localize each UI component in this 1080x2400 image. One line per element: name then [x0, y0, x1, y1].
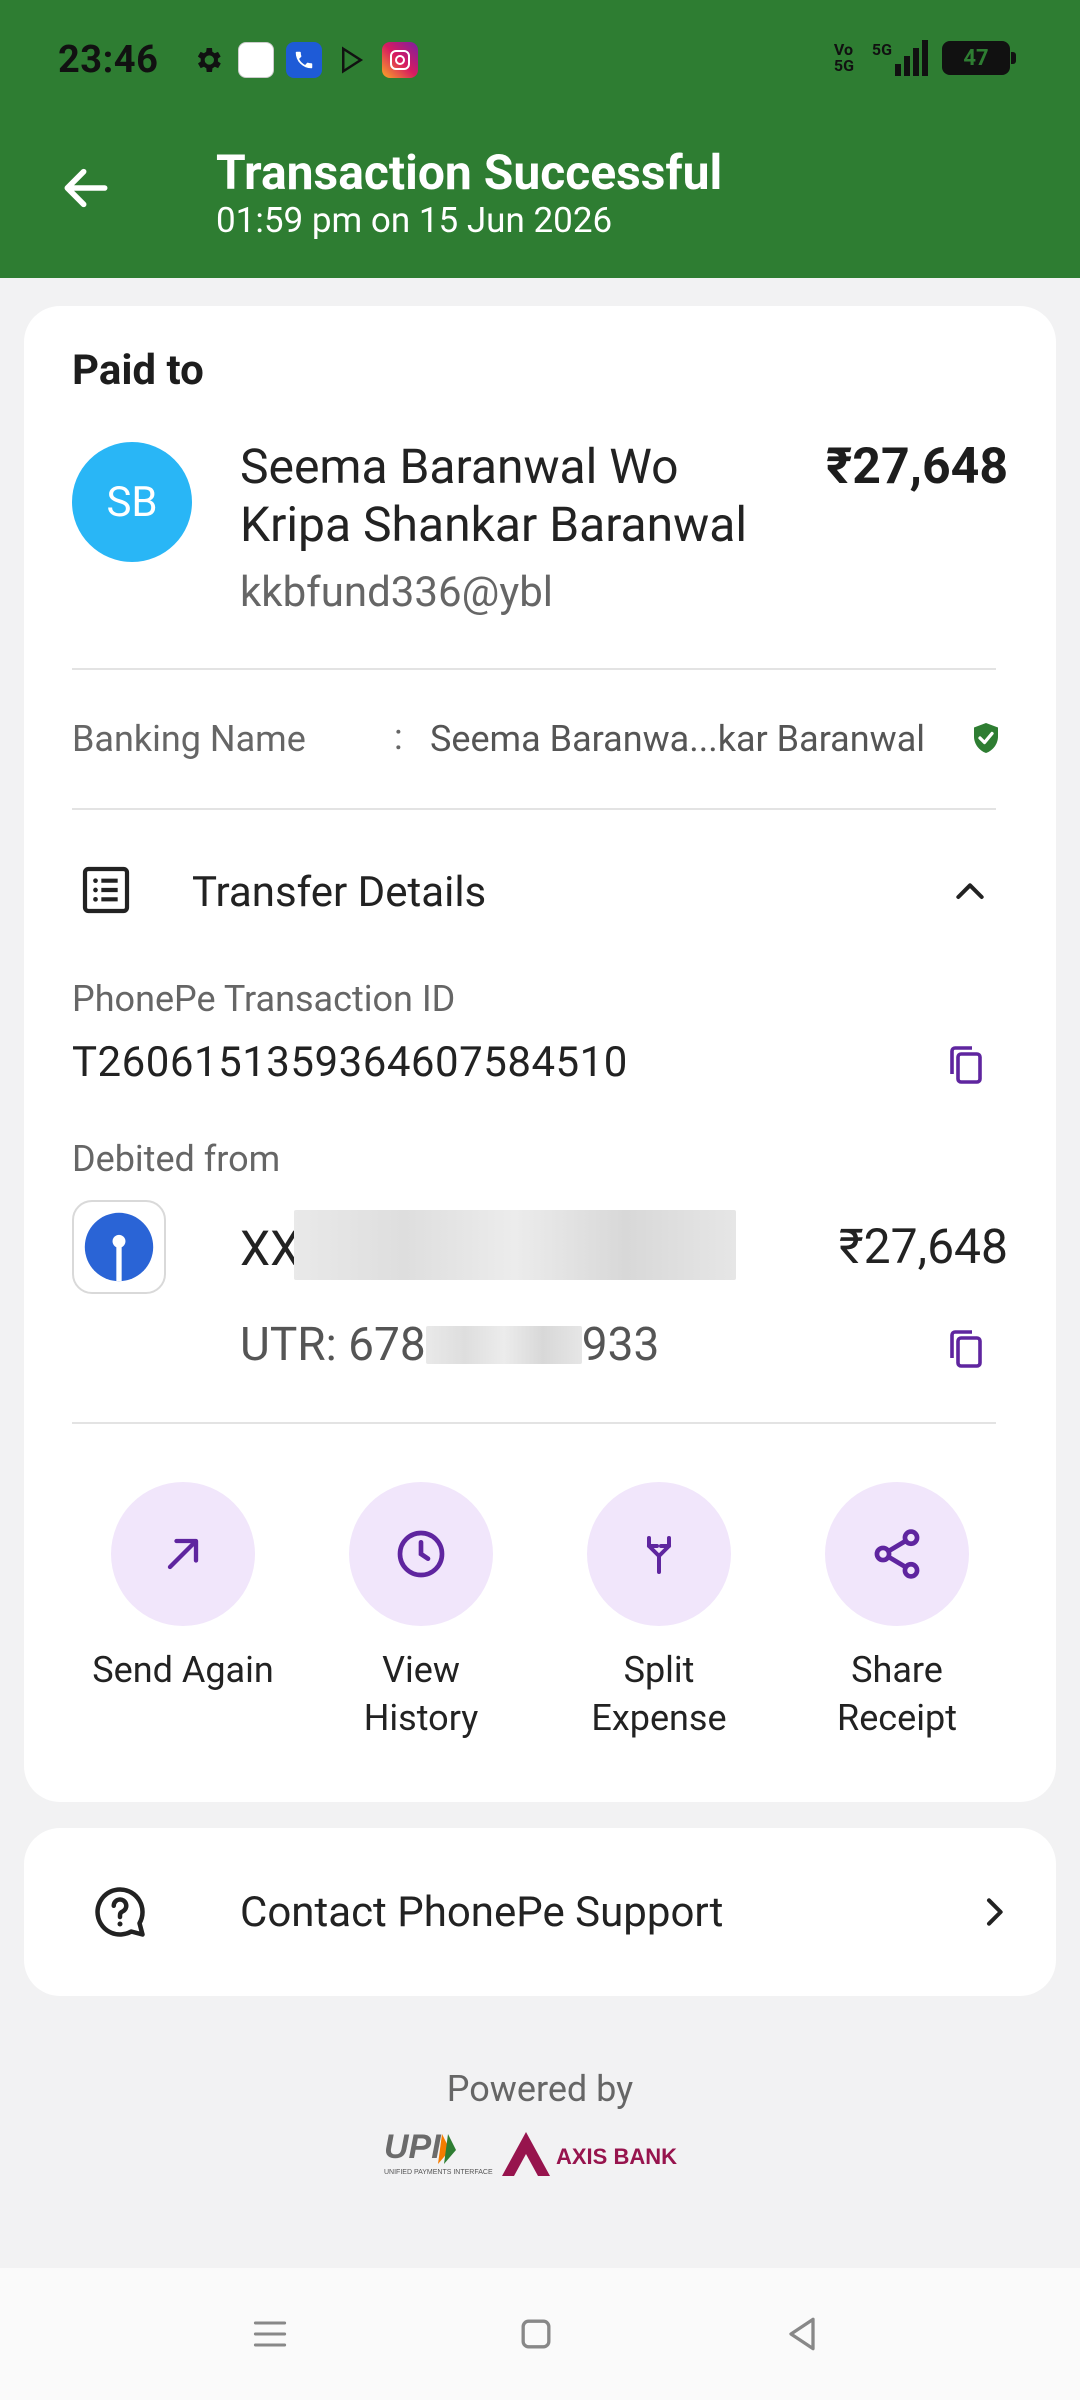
system-navigation-bar	[0, 2268, 1080, 2400]
help-question-icon	[95, 1887, 145, 1937]
transfer-details-title[interactable]: Transfer Details	[192, 868, 486, 917]
notification-icons	[190, 42, 418, 78]
avatar-initials: SB	[106, 477, 158, 527]
utr-number: UTR: 678 933	[240, 1318, 659, 1372]
divider	[72, 808, 996, 810]
arrow-up-right-icon	[167, 1538, 199, 1570]
instagram-icon	[382, 42, 418, 78]
copy-utr-icon[interactable]	[942, 1324, 990, 1372]
view-history-button[interactable]: View History	[321, 1482, 521, 1742]
action-label: Share Receipt	[837, 1649, 957, 1739]
settings-icon	[190, 42, 226, 78]
payee-vpa: kkbfund336@ybl	[240, 568, 553, 617]
upi-axis-logos: UPI UNIFIED PAYMENTS INTERFACE AXIS BANK	[384, 2128, 677, 2176]
back-arrow-icon[interactable]	[58, 160, 114, 216]
debited-from-label: Debited from	[72, 1138, 281, 1180]
battery-level: 47	[963, 45, 989, 71]
action-circle[interactable]	[825, 1482, 969, 1626]
action-circle[interactable]	[111, 1482, 255, 1626]
blurred-utr-digits	[425, 1325, 582, 1364]
axis-bank-logo: AXIS BANK	[502, 2132, 677, 2176]
utr-prefix: UTR: 678	[240, 1318, 426, 1372]
chevron-up-icon[interactable]	[950, 872, 990, 912]
support-label: Contact PhonePe Support	[240, 1888, 724, 1937]
play-store-icon	[334, 42, 370, 78]
action-circle[interactable]	[349, 1482, 493, 1626]
share-receipt-button[interactable]: Share Receipt	[797, 1482, 997, 1742]
network-type: 5G	[871, 40, 892, 59]
quick-actions: Send Again View History Split Expense Sh…	[24, 1482, 1056, 1742]
utr-suffix: 933	[581, 1318, 660, 1372]
banking-name-label: Banking Name	[72, 718, 306, 760]
phone-app-icon	[286, 42, 322, 78]
divider	[72, 668, 996, 670]
bank-logo	[72, 1200, 166, 1294]
status-bar: 23:46 Vo 5G 5G 47	[0, 0, 1080, 124]
copy-icon[interactable]	[942, 1040, 990, 1088]
action-label: Split Expense	[591, 1649, 727, 1739]
receipt-list-icon	[82, 866, 130, 914]
chevron-right-icon	[987, 1898, 1003, 1926]
action-label: View History	[363, 1649, 479, 1739]
home-square-icon[interactable]	[514, 2312, 558, 2356]
clock-icon	[397, 1530, 445, 1578]
system-icons: Vo 5G 5G 47	[833, 40, 1016, 76]
upi-logo: UPI UNIFIED PAYMENTS INTERFACE	[384, 2128, 493, 2176]
powered-by-label: Powered by	[446, 2068, 634, 2110]
paid-amount: ₹27,648	[825, 438, 1008, 496]
contact-support-button[interactable]: Contact PhonePe Support	[24, 1828, 1056, 1996]
account-number-masked: XX	[240, 1220, 301, 1277]
signal-icon: 5G	[872, 40, 928, 76]
share-icon	[874, 1529, 920, 1579]
message-app-icon	[238, 42, 274, 78]
volte-icon: Vo 5G	[833, 40, 854, 75]
blurred-account-digits	[294, 1210, 736, 1280]
debited-amount: ₹27,648	[838, 1218, 1008, 1275]
payee-name: Seema Baranwal Wo Kripa Shankar Baranwal	[240, 438, 747, 553]
status-time: 23:46	[58, 38, 159, 82]
transaction-id-label: PhonePe Transaction ID	[72, 978, 456, 1020]
send-again-button[interactable]: Send Again	[83, 1482, 283, 1742]
app-header: 23:46 Vo 5G 5G 47 Transaction Successful…	[0, 0, 1080, 278]
sbi-logo-icon	[84, 1212, 154, 1282]
page-title: Transaction Successful	[216, 144, 723, 201]
paid-to-label: Paid to	[72, 346, 204, 395]
transaction-card: Paid to SB Seema Baranwal Wo Kripa Shank…	[24, 306, 1056, 1802]
upi-logo-subtext: UNIFIED PAYMENTS INTERFACE	[384, 2169, 493, 2176]
transaction-datetime: 01:59 pm on 15 Jun 2026	[216, 200, 613, 241]
verified-shield-icon	[974, 723, 998, 753]
back-triangle-icon[interactable]	[780, 2312, 824, 2356]
action-label: Send Again	[92, 1649, 274, 1691]
divider	[72, 1422, 996, 1424]
transaction-id: T2606151359364607584510	[72, 1038, 628, 1087]
payee-avatar: SB	[72, 442, 192, 562]
menu-icon[interactable]	[248, 2312, 292, 2356]
axis-bank-text: AXIS BANK	[556, 2144, 677, 2169]
split-expense-button[interactable]: Split Expense	[559, 1482, 759, 1742]
banking-name-separator: :	[394, 716, 403, 758]
upi-logo-text: UPI	[384, 2128, 442, 2166]
battery-icon: 47	[942, 41, 1016, 75]
action-circle[interactable]	[587, 1482, 731, 1626]
banking-name-value: Seema Baranwa...kar Baranwal	[430, 718, 926, 760]
split-icon	[647, 1536, 671, 1574]
